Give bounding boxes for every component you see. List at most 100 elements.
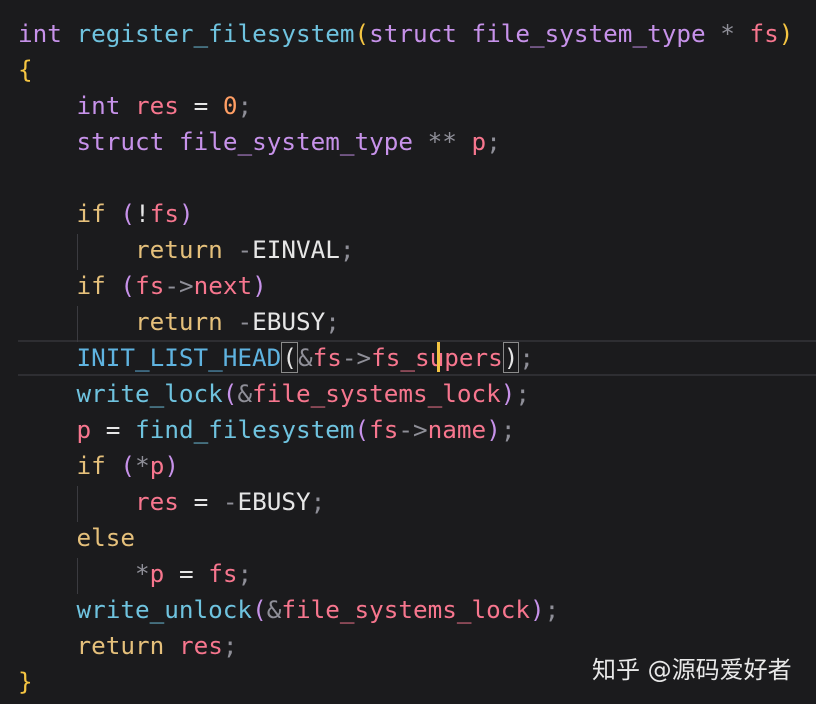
- code-line-13[interactable]: if (*p): [18, 448, 179, 484]
- code-line-8[interactable]: if (fs->next): [18, 268, 267, 304]
- code-line-10[interactable]: INIT_LIST_HEAD(&fs->fs_supers);: [18, 340, 534, 376]
- paren: ): [486, 415, 501, 444]
- semicolon: ;: [237, 91, 253, 120]
- paren: (: [120, 271, 136, 300]
- keyword: if: [76, 451, 106, 480]
- function-name: write_lock: [76, 379, 223, 408]
- identifier: res: [135, 91, 179, 120]
- identifier: name: [427, 415, 487, 444]
- operator: -: [237, 235, 253, 264]
- macro-name: INIT_LIST_HEAD: [76, 343, 282, 372]
- paren: (: [120, 199, 136, 228]
- semicolon: ;: [339, 235, 355, 264]
- code-line-4[interactable]: struct file_system_type ** p;: [18, 124, 501, 160]
- identifier: fs: [369, 415, 399, 444]
- code-editor[interactable]: int register_filesystem(struct file_syst…: [0, 0, 816, 704]
- paren: (: [281, 342, 298, 373]
- code-line-11[interactable]: write_lock(&file_systems_lock);: [18, 376, 531, 412]
- paren: (: [354, 415, 370, 444]
- code-line-6[interactable]: if (!fs): [18, 196, 194, 232]
- paren: (: [222, 379, 238, 408]
- code-line-16[interactable]: *p = fs;: [18, 556, 252, 592]
- paren: (: [252, 595, 267, 624]
- semicolon: ;: [222, 631, 238, 660]
- operator: &: [237, 379, 253, 408]
- code-line-15[interactable]: else: [18, 520, 136, 556]
- code-line-12[interactable]: p = find_filesystem(fs->name);: [18, 412, 516, 448]
- function-name: find_filesystem: [135, 415, 355, 444]
- identifier: p: [149, 559, 165, 588]
- keyword: return: [76, 631, 165, 660]
- semicolon: ;: [515, 379, 531, 408]
- operator: **: [427, 127, 457, 156]
- identifier: file_systems_lock: [281, 595, 531, 624]
- brace: }: [18, 667, 33, 696]
- identifier: next: [193, 271, 253, 300]
- semicolon: ;: [237, 559, 253, 588]
- paren: ): [164, 451, 179, 480]
- operator: -: [222, 487, 238, 516]
- paren: ): [500, 379, 516, 408]
- keyword: int: [18, 19, 62, 48]
- function-name: write_unlock: [76, 595, 253, 624]
- text-cursor: [437, 342, 440, 372]
- code-line-18[interactable]: return res;: [18, 628, 238, 664]
- identifier: fs: [312, 343, 342, 372]
- function-name: register_filesystem: [76, 19, 355, 48]
- identifier: res: [135, 487, 179, 516]
- watermark-text: 知乎 @源码爱好者: [592, 656, 792, 684]
- code-line-14[interactable]: res = -EBUSY;: [18, 484, 325, 520]
- identifier: fs: [149, 199, 179, 228]
- keyword: struct: [369, 19, 457, 48]
- constant: EINVAL: [252, 235, 340, 264]
- operator: =: [193, 91, 209, 120]
- semicolon: ;: [310, 487, 326, 516]
- operator: &: [297, 343, 313, 372]
- identifier: fs: [208, 559, 238, 588]
- number: 0: [222, 91, 238, 120]
- operator: =: [105, 415, 121, 444]
- semicolon: ;: [325, 307, 340, 336]
- operator: ->: [341, 343, 372, 372]
- code-line-19[interactable]: }: [18, 664, 33, 700]
- identifier: res: [178, 631, 223, 660]
- paren: ): [778, 19, 794, 48]
- code-line-3[interactable]: int res = 0;: [18, 88, 253, 124]
- operator: ->: [164, 271, 194, 300]
- operator: !: [135, 199, 150, 228]
- keyword: return: [135, 235, 223, 264]
- identifier: p: [471, 127, 487, 156]
- semicolon: ;: [500, 415, 516, 444]
- paren: ): [530, 595, 545, 624]
- type-name: file_system_type: [471, 19, 706, 48]
- operator: =: [178, 559, 194, 588]
- paren: ): [178, 199, 194, 228]
- code-line-7[interactable]: return -EINVAL;: [18, 232, 355, 268]
- operator: -: [237, 307, 253, 336]
- constant: EBUSY: [237, 487, 311, 516]
- brace: {: [18, 55, 33, 84]
- constant: EBUSY: [252, 307, 326, 336]
- keyword: else: [76, 523, 136, 552]
- operator: *: [135, 559, 150, 588]
- identifier: fs: [135, 271, 165, 300]
- operator: *: [135, 451, 150, 480]
- code-line-17[interactable]: write_unlock(&file_systems_lock);: [18, 592, 560, 628]
- identifier: p: [76, 415, 92, 444]
- keyword: struct: [76, 127, 165, 156]
- semicolon: ;: [544, 595, 560, 624]
- keyword: if: [76, 271, 106, 300]
- operator: ->: [398, 415, 428, 444]
- code-line-2[interactable]: {: [18, 52, 33, 88]
- operator: =: [193, 487, 209, 516]
- paren: (: [120, 451, 136, 480]
- identifier: file_systems_lock: [252, 379, 501, 408]
- identifier: fs: [749, 19, 779, 48]
- semicolon: ;: [486, 127, 501, 156]
- identifier: p: [149, 451, 165, 480]
- paren: (: [354, 19, 370, 48]
- operator: *: [720, 19, 735, 48]
- semicolon: ;: [519, 343, 535, 372]
- code-line-1[interactable]: int register_filesystem(struct file_syst…: [18, 16, 793, 52]
- code-line-9[interactable]: return -EBUSY;: [18, 304, 340, 340]
